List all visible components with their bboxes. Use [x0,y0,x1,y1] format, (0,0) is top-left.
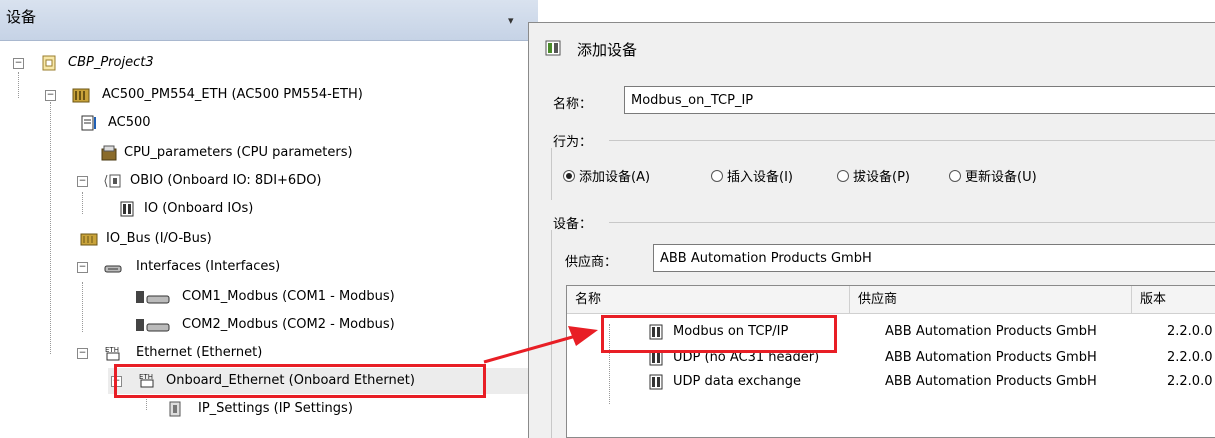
tree-item-com1[interactable]: COM1_Modbus (COM1 - Modbus) [0,286,538,308]
tree-item-application[interactable]: AC500 [0,112,538,134]
column-header-version[interactable]: 版本 [1132,286,1215,314]
tree-item-label: IO_Bus (I/O-Bus) [106,231,212,246]
io-module-icon [104,174,121,188]
tree-item-cpu-parameters[interactable]: CPU_parameters (CPU parameters) [0,142,538,164]
collapse-icon[interactable]: − [77,348,88,359]
tree-item-com2[interactable]: COM2_Modbus (COM2 - Modbus) [0,314,538,336]
tree-item-project[interactable]: − CBP_Project3 [0,52,538,74]
devices-panel-header: 设备 ▾ [0,0,538,41]
device-version: 2.2.0.0 [1167,374,1213,389]
vendor-select[interactable]: ABB Automation Products GmbH [653,244,1215,272]
panel-menu-icon[interactable]: ▾ [508,14,514,27]
device-version: 2.2.0.0 [1167,350,1213,365]
tree-item-ethernet[interactable]: − ETH Ethernet (Ethernet) [0,342,538,364]
device-icon [649,374,663,390]
name-input[interactable]: Modbus_on_TCP_IP [624,86,1215,114]
collapse-icon[interactable]: − [77,176,88,187]
device-vendor: ABB Automation Products GmbH [885,324,1097,339]
tree-item-interfaces[interactable]: − Interfaces (Interfaces) [0,256,538,278]
device-vendor: ABB Automation Products GmbH [885,350,1097,365]
devices-panel: 设备 ▾ − CBP_Project3 − AC500_PM554_ETH (A… [0,0,540,437]
name-label: 名称： [553,97,593,112]
tree-item-label: CBP_Project3 [68,55,154,70]
interfaces-icon [104,265,122,273]
tree-item-label: CPU_parameters (CPU parameters) [124,145,353,160]
radio-insert-device[interactable] [711,170,723,182]
column-header-vendor[interactable]: 供应商 [850,286,1132,314]
collapse-icon[interactable]: − [45,90,56,101]
tree-item-label: Ethernet (Ethernet) [136,345,263,360]
highlight-box-device [601,315,837,353]
tree-item-label: AC500_PM554_ETH (AC500 PM554-ETH) [102,87,363,102]
tree-item-plc[interactable]: − AC500_PM554_ETH (AC500 PM554-ETH) [0,84,538,106]
radio-plug-device[interactable] [837,170,849,182]
table-row[interactable]: UDP data exchange ABB Automation Product… [567,370,1215,394]
tree-item-label: COM1_Modbus (COM1 - Modbus) [182,289,395,304]
serial-port-icon [136,319,170,332]
ethernet-icon: ETH [105,346,120,361]
io-bus-icon [80,233,98,246]
devices-panel-title: 设备 [6,8,37,26]
add-device-icon [545,40,561,56]
action-group-label: 行为： [553,135,593,150]
tree-item-label: OBIO (Onboard IO: 8DI+6DO) [130,173,322,188]
tree-item-label: IP_Settings (IP Settings) [198,401,353,416]
serial-port-icon [136,291,170,304]
tree-item-ip-settings[interactable]: IP_Settings (IP Settings) [0,398,538,420]
tree-item-io-bus[interactable]: IO_Bus (I/O-Bus) [0,228,538,250]
collapse-icon[interactable]: − [77,262,88,273]
tree-item-io[interactable]: IO (Onboard IOs) [0,198,538,220]
column-header-name[interactable]: 名称 [567,286,850,314]
vendor-label: 供应商： [565,255,618,270]
io-icon [120,201,134,217]
radio-update-device-label[interactable]: 更新设备(U) [965,166,1037,185]
arrow-icon [483,326,598,364]
device-version: 2.2.0.0 [1167,324,1213,339]
tree-item-label: Interfaces (Interfaces) [136,259,281,274]
tree-item-label: IO (Onboard IOs) [144,201,254,216]
application-icon [81,115,96,131]
device-name: UDP data exchange [673,374,801,389]
tree-item-label: AC500 [108,115,151,130]
add-device-dialog: 添加设备 名称： Modbus_on_TCP_IP 行为： 添加设备(A) 插入… [528,22,1215,438]
project-icon [42,55,56,71]
highlight-box-tree [114,364,486,398]
radio-update-device[interactable] [949,170,961,182]
radio-plug-device-label[interactable]: 拔设备(P) [853,166,910,185]
plc-icon [72,88,90,103]
collapse-icon[interactable]: − [13,58,24,69]
tree-item-obio[interactable]: − OBIO (Onboard IO: 8DI+6DO) [0,170,538,192]
dialog-titlebar: 添加设备 [529,23,1215,73]
cpu-parameters-icon [101,145,117,161]
tree-item-label: COM2_Modbus (COM2 - Modbus) [182,317,395,332]
radio-add-device[interactable] [563,170,575,182]
settings-device-icon [169,401,181,417]
dialog-title: 添加设备 [577,41,638,59]
device-table: 名称 供应商 版本 Modbus on TCP/IP ABB Automatio… [566,285,1215,438]
radio-add-device-label[interactable]: 添加设备(A) [579,166,650,185]
device-vendor: ABB Automation Products GmbH [885,374,1097,389]
device-group-label: 设备： [553,217,593,232]
radio-insert-device-label[interactable]: 插入设备(I) [727,166,793,185]
